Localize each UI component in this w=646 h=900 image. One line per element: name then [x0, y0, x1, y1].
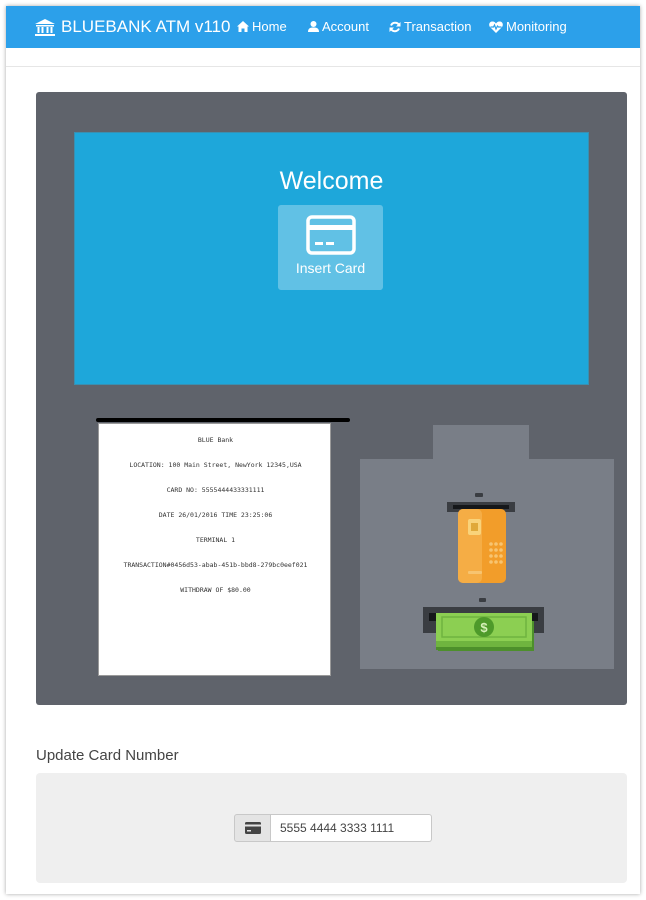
- nav-home[interactable]: Home: [237, 19, 287, 34]
- receipt-date-time: DATE 26/01/2016 TIME 23:25:06: [158, 511, 273, 519]
- brand-name: BLUEBANK ATM v110: [61, 17, 231, 36]
- insert-card-button[interactable]: Insert Card: [278, 205, 383, 290]
- receipt-location: LOCATION: 100 Main Street, NewYork 12345…: [129, 461, 302, 469]
- nav-home-label: Home: [252, 19, 287, 34]
- receipt: BLUE Bank LOCATION: 100 Main Street, New…: [98, 423, 331, 676]
- welcome-heading: Welcome: [279, 167, 384, 195]
- inserted-card-icon: [458, 509, 506, 583]
- credit-card-icon: [244, 822, 261, 834]
- update-card-panel: [36, 773, 627, 883]
- receipt-terminal: TERMINAL 1: [195, 536, 236, 544]
- bank-icon: [35, 18, 55, 36]
- brand[interactable]: BLUEBANK ATM v110: [35, 17, 230, 37]
- update-card-title: Update Card Number: [36, 747, 179, 764]
- cash-slot-indicator: [479, 598, 486, 602]
- card-slot-indicator: [475, 493, 483, 497]
- atm-screen: Welcome Insert Card: [74, 132, 589, 385]
- heartbeat-icon: [489, 20, 503, 33]
- receipt-bank-name: BLUE Bank: [197, 436, 234, 444]
- navbar: BLUEBANK ATM v110 Home Account Transacti…: [6, 6, 640, 48]
- nav-monitoring-label: Monitoring: [506, 19, 567, 34]
- svg-text:$: $: [480, 620, 488, 635]
- nav-transaction-label: Transaction: [404, 19, 472, 34]
- nav-account-label: Account: [322, 19, 369, 34]
- atm-panel: $: [360, 459, 614, 669]
- nav-transaction[interactable]: Transaction: [389, 19, 471, 34]
- receipt-slot: [96, 418, 350, 422]
- atm-card-reader-housing: [433, 425, 529, 461]
- insert-card-label: Insert Card: [295, 260, 366, 276]
- cash-bills-icon: $: [436, 613, 534, 651]
- receipt-card-number: CARD NO: 5555444433331111: [166, 486, 265, 494]
- card-number-input-group: [234, 814, 432, 842]
- divider: [6, 66, 640, 67]
- receipt-transaction-id: TRANSACTION#0456d53-abab-451b-bbd8-279bc…: [123, 561, 308, 569]
- credit-card-icon: [305, 215, 356, 255]
- nav-monitoring[interactable]: Monitoring: [489, 19, 567, 34]
- user-icon: [308, 21, 319, 32]
- card-number-input[interactable]: [271, 814, 432, 842]
- app-window: BLUEBANK ATM v110 Home Account Transacti…: [6, 6, 640, 894]
- home-icon: [237, 21, 249, 32]
- card-number-addon: [234, 814, 271, 842]
- refresh-icon: [389, 21, 401, 32]
- receipt-withdraw-amount: WITHDRAW OF $80.00: [180, 586, 251, 594]
- atm-machine: Welcome Insert Card BLUE Bank LOCATION: …: [36, 92, 627, 705]
- nav-account[interactable]: Account: [308, 19, 369, 34]
